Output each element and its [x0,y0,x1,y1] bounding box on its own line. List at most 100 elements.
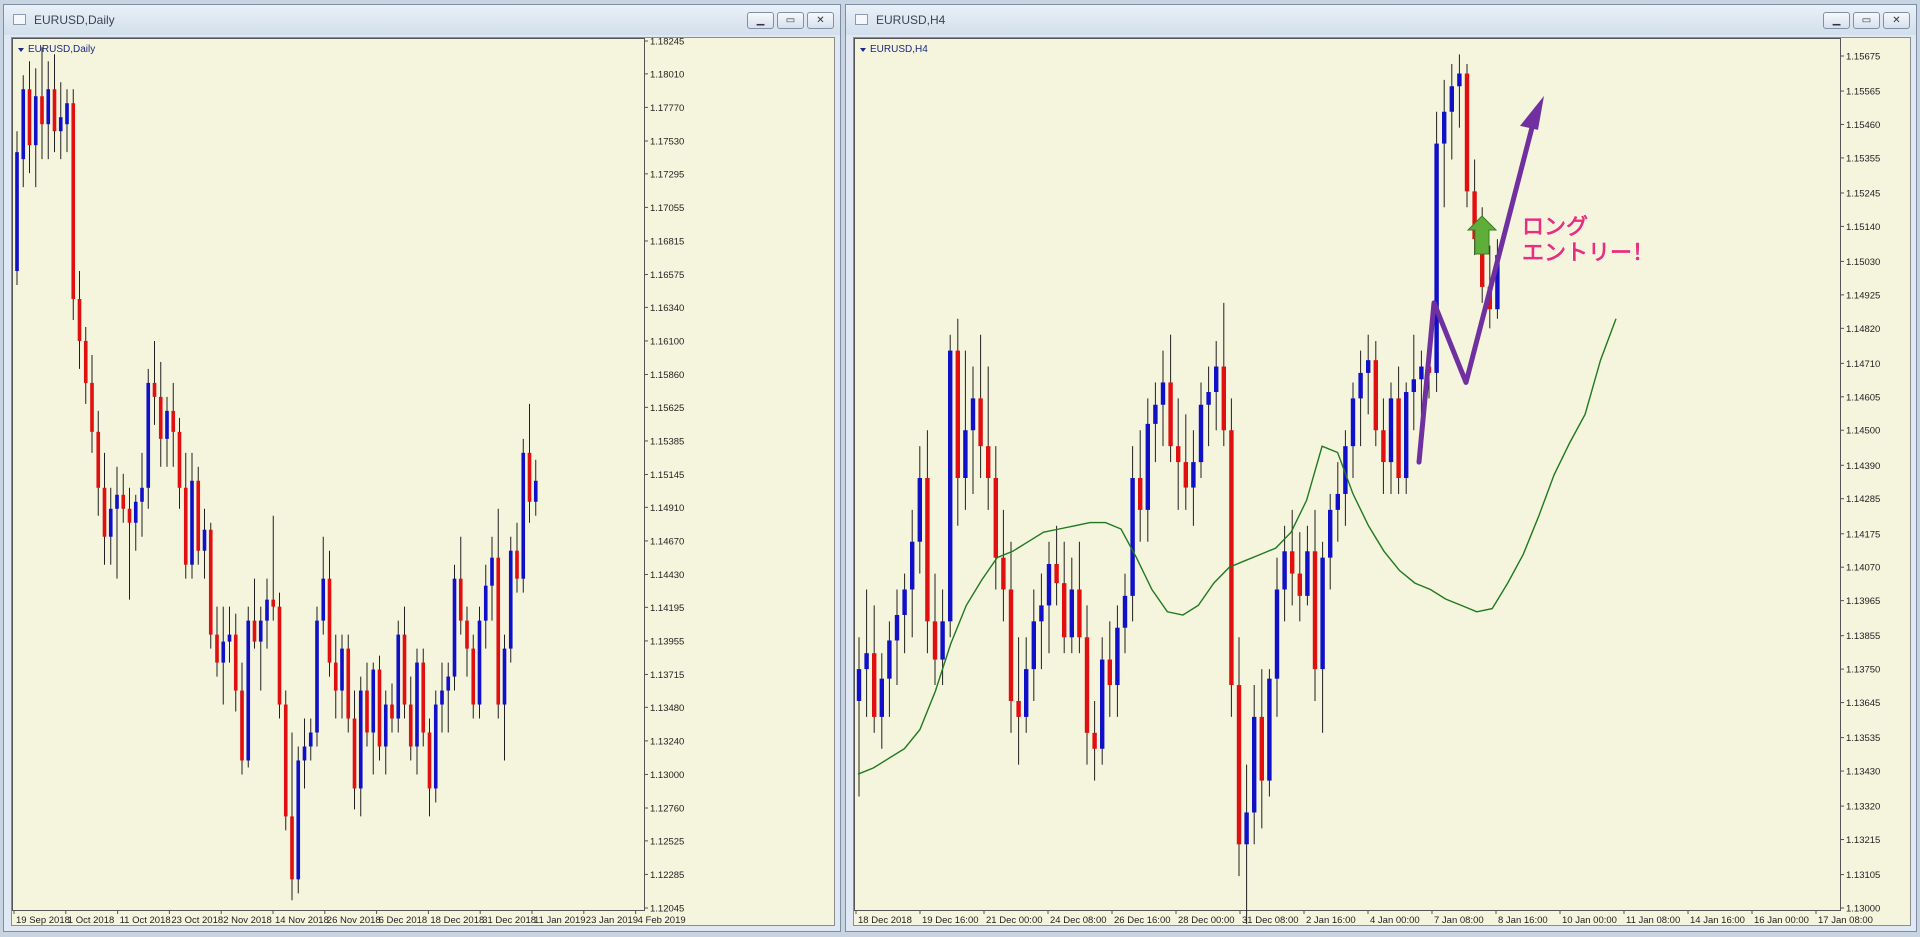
x-tick-label: 23 Oct 2018 [171,915,223,926]
candle [1153,382,1158,463]
bear-candle-body [171,410,176,432]
bull-candle-body [33,96,38,146]
maximize-button[interactable]: ▭ [1853,12,1880,29]
bull-candle-body [1191,462,1196,488]
y-tick-label: 1.15625 [650,403,684,414]
candle [77,271,82,369]
bear-candle-body [1084,637,1090,733]
candle [1122,573,1128,654]
chart-window-daily[interactable]: EURUSD,Daily ▁ ▭ ✕ EURUSD,Daily 1.18245 1.… [3,4,841,932]
y-tick-label: 1.13715 [650,670,684,681]
x-tick-label: 18 Dec 2018 [858,915,912,926]
candle [477,606,482,719]
y-tick-label: 1.14925 [1846,290,1880,301]
close-button[interactable]: ✕ [1883,12,1910,29]
x-tick-label: 11 Jan 2019 [534,915,586,926]
bear-candle-body [27,89,32,146]
minimize-button[interactable]: ▁ [747,12,774,29]
candle [458,536,463,635]
candle [985,366,991,510]
candle [909,509,915,638]
close-button[interactable]: ✕ [807,12,834,29]
y-tick-label: 1.13105 [1846,870,1880,881]
candle [515,522,519,593]
bear-candle-body [955,350,961,479]
bear-candle-body [993,478,999,558]
x-tick-label: 11 Jan 08:00 [1626,915,1680,926]
maximize-button[interactable]: ▭ [777,12,804,29]
x-tick-label: 6 Dec 2018 [379,915,428,926]
window-titlebar[interactable]: EURUSD,H4 ▁ ▭ ✕ [846,5,1916,35]
candle [1236,637,1242,877]
bull-candle-body [446,676,451,691]
bear-candle-body [83,340,88,383]
candle [1449,63,1455,160]
candle [52,54,57,153]
candle [917,446,923,574]
candle [415,648,419,775]
bull-candle-body [533,480,538,502]
bull-candle-body [1449,86,1455,112]
y-tick-label: 1.13750 [1846,665,1880,676]
bear-candle-body [1221,366,1227,431]
bull-candle-body [1244,812,1249,845]
bull-candle-body [856,669,862,701]
candle [90,354,94,453]
minimize-button[interactable]: ▁ [1823,12,1850,29]
candle [1464,63,1470,208]
candle [383,690,388,775]
candle [1251,685,1257,845]
h4-candlestick-chart[interactable]: EURUSD,H4 1.15675 1.15565 1.15460 1.15355 1.1… [854,38,1911,926]
candle [146,368,151,509]
bull-candle-body [383,704,388,747]
candle [71,89,76,320]
candle [1191,430,1196,526]
window-titlebar[interactable]: EURUSD,Daily ▁ ▭ ✕ [4,5,840,35]
bull-candle-body [1099,659,1105,749]
y-tick-label: 1.13215 [1846,835,1880,846]
candle [1244,764,1249,924]
y-tick-label: 1.14175 [1846,529,1880,540]
x-tick-label: 19 Sep 2018 [16,915,70,926]
bull-candle-body [483,585,488,621]
candle [1168,334,1173,463]
candle [1069,557,1075,654]
y-tick-label: 1.17055 [650,203,684,214]
candle [1183,414,1189,510]
candle [421,648,426,747]
bear-candle-body [465,620,469,649]
candle [190,452,194,579]
y-tick-label: 1.14430 [650,570,684,581]
candle [947,334,953,638]
bull-candle-body [940,621,945,660]
x-tick-label: 1 Oct 2018 [68,915,114,926]
candle [171,382,176,467]
candle [496,508,501,719]
daily-candlestick-chart[interactable]: EURUSD,Daily 1.18245 1.18010 1.17770 1.17530… [12,38,835,926]
bull-candle-body [265,599,269,621]
chart-window-icon [855,14,868,25]
bull-candle-body [879,678,885,717]
bear-candle-body [1373,360,1379,431]
candle [1259,669,1265,829]
bear-candle-body [215,634,219,663]
bull-candle-body [1031,621,1037,670]
bull-candle-body [1206,392,1211,405]
candle [490,536,494,621]
candle [390,683,394,733]
chart-area[interactable]: EURUSD,Daily 1.18245 1.18010 1.17770 1.17530… [11,37,835,926]
candle [158,361,163,467]
chart-area[interactable]: EURUSD,H4 1.15675 1.15565 1.15460 1.15355 1.1… [853,37,1911,926]
bear-candle-body [77,299,82,341]
y-tick-label: 1.15860 [650,370,684,381]
bull-candle-body [371,669,376,733]
chart-window-h4[interactable]: EURUSD,H4 ▁ ▭ ✕ EURUSD,H4 1.15675 1.15565 1… [845,4,1917,932]
candle [1267,669,1272,797]
candle [196,466,201,565]
bear-candle-body [277,606,282,705]
bull-candle-body [190,480,194,565]
bear-candle-body [183,487,188,565]
candle [1350,382,1356,479]
chart-symbol-label: EURUSD,Daily [28,44,95,55]
bull-candle-body [1160,382,1166,405]
